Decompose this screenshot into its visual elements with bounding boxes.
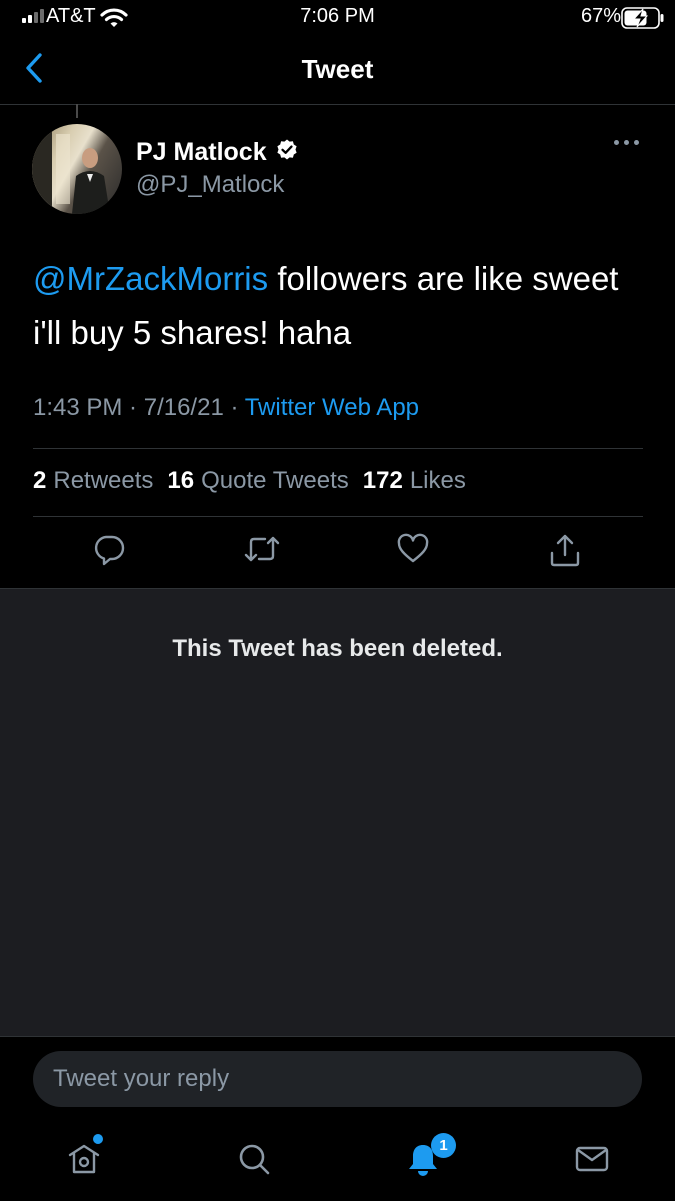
search-icon[interactable] [236,1141,272,1182]
author-row[interactable]: PJ Matlock [136,138,299,167]
status-bar: AT&T 7:06 PM 67% [0,0,675,36]
deleted-tweet-message: This Tweet has been deleted. [172,635,503,662]
tweet-stats: 2 Retweets 16 Quote Tweets 172 Likes [33,467,466,495]
thread-connector [76,104,78,118]
like-icon[interactable] [396,532,430,571]
status-time: 7:06 PM [300,5,375,27]
author-name[interactable]: PJ Matlock [136,138,267,167]
tweet-source-link[interactable]: Twitter Web App [245,394,419,421]
home-new-content-dot [93,1134,103,1144]
meta-separator: · [223,394,245,421]
top-nav: Tweet [0,36,675,105]
tweet-actions [0,532,675,588]
quote-tweets-count: 16 [167,467,195,494]
quote-tweets-label: Quote Tweets [201,467,349,494]
battery-charging-icon [621,7,665,34]
retweets-stat[interactable]: 2 Retweets [33,467,153,495]
tweet-text: @MrZackMorris followers are like sweet i… [33,252,643,360]
likes-label: Likes [409,467,466,494]
reply-icon[interactable] [92,532,126,571]
battery-percent: 67% [580,5,621,27]
home-icon[interactable] [66,1141,102,1182]
tweet-meta: 1:43 PM · 7/16/21 · Twitter Web App [33,394,419,422]
reply-and-tab-bar [0,1036,675,1201]
messages-icon[interactable] [574,1141,610,1182]
notification-badge: 1 [431,1133,456,1158]
meta-separator: · [122,394,144,421]
tweet-time: 1:43 PM [33,394,123,421]
quote-tweets-stat[interactable]: 16 Quote Tweets [167,467,348,495]
verified-badge-icon [275,138,299,167]
deleted-tweet-panel: This Tweet has been deleted. [0,588,675,1037]
share-icon[interactable] [548,532,582,573]
page-title: Tweet [301,54,374,84]
retweets-count: 2 [33,467,47,494]
avatar[interactable] [32,124,122,214]
divider [33,448,643,449]
retweets-label: Retweets [53,467,154,494]
divider [33,516,643,517]
retweet-icon[interactable] [243,532,281,571]
reply-input[interactable] [33,1051,642,1107]
likes-count: 172 [362,467,403,494]
more-options-icon[interactable] [614,140,639,145]
author-handle[interactable]: @PJ_Matlock [136,171,284,199]
tweet-date: 7/16/21 [143,394,224,421]
likes-stat[interactable]: 172 Likes [363,467,466,495]
mention-link[interactable]: @MrZackMorris [33,260,268,297]
